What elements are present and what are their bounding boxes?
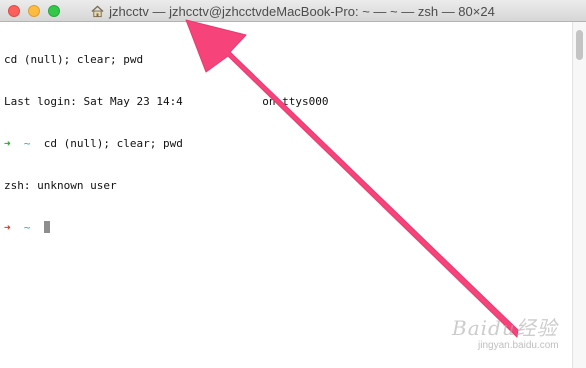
scrollbar-thumb[interactable] — [576, 30, 583, 60]
watermark-brand: Baidu经验 — [452, 316, 558, 340]
title-bar[interactable]: jzhcctv — jzhcctv@jzhcctvdeMacBook-Pro: … — [0, 0, 586, 22]
home-folder-icon — [91, 5, 104, 17]
window-title-group: jzhcctv — jzhcctv@jzhcctvdeMacBook-Pro: … — [0, 3, 586, 19]
terminal-line-2: Last login: Sat May 23 14:4 on ttys000 — [4, 95, 572, 109]
prompt-directory: ~ — [23, 221, 31, 234]
terminal-line-1: cd (null); clear; pwd — [4, 53, 572, 67]
command-echo: cd (null); clear; pwd — [4, 53, 144, 66]
last-login-text: Last login: Sat May 23 14:4 — [4, 95, 183, 108]
window-title: jzhcctv — jzhcctv@jzhcctvdeMacBook-Pro: … — [109, 3, 495, 19]
terminal-line-4: zsh: unknown user — [4, 179, 572, 193]
error-text: zsh: unknown user — [4, 179, 117, 192]
terminal-line-5: ➜ ~ — [4, 221, 572, 235]
text-cursor — [43, 221, 50, 233]
last-login-tty: on ttys000 — [262, 95, 329, 108]
terminal-line-3: ➜ ~ cd (null); clear; pwd — [4, 137, 572, 151]
prompt-arrow-icon: ➜ — [4, 221, 11, 234]
vertical-scrollbar[interactable] — [572, 22, 586, 368]
prompt-arrow-icon: ➜ — [4, 137, 11, 150]
prompt-command: cd (null); clear; pwd — [43, 137, 183, 150]
watermark-site: jingyan.baidu.com — [478, 340, 559, 351]
prompt-directory: ~ — [23, 137, 31, 150]
